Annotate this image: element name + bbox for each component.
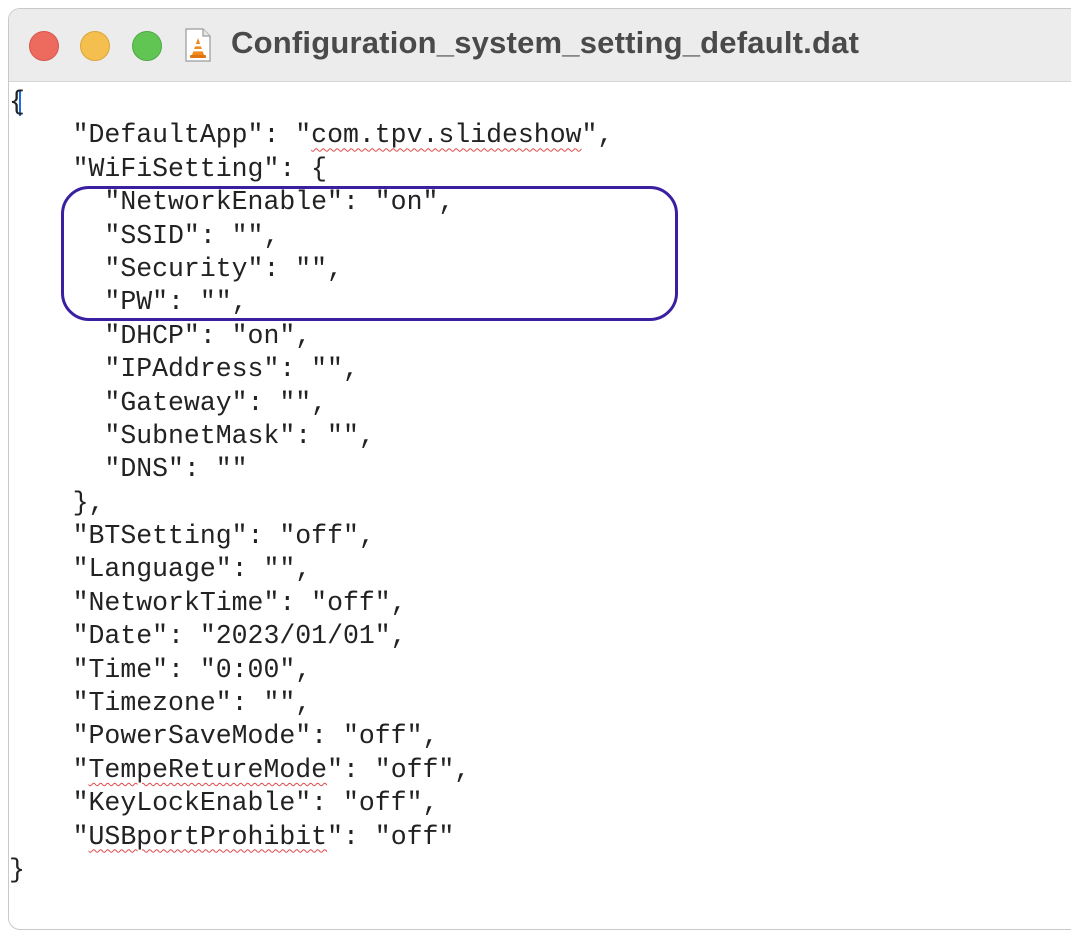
code-text: "Timezone": "", xyxy=(72,688,312,719)
code-line[interactable]: "DHCP": "on", xyxy=(9,320,613,353)
code-line[interactable]: "BTSetting": "off", xyxy=(9,520,613,553)
code-text: "DefaultApp": " xyxy=(72,120,312,151)
window-title: Configuration_system_setting_default.dat xyxy=(231,25,860,60)
misspelled-word: com.tpv.slideshow xyxy=(311,120,582,151)
code-line[interactable]: "Date": "2023/01/01", xyxy=(9,620,613,653)
code-line[interactable]: } xyxy=(9,854,613,887)
code-line[interactable]: { xyxy=(9,86,613,119)
code-line[interactable]: "Time": "0:00", xyxy=(9,654,613,687)
code-line[interactable]: "WiFiSetting": { xyxy=(9,153,613,186)
misspelled-word: USBportProhibit xyxy=(88,821,328,852)
code-text: "SubnetMask": "", xyxy=(104,420,375,451)
code-text: "Language": "", xyxy=(72,554,312,585)
minimize-button[interactable] xyxy=(80,31,110,61)
code-line[interactable]: }, xyxy=(9,487,613,520)
code-text: "WiFiSetting": { xyxy=(72,153,328,184)
editor-text-area[interactable]: { "DefaultApp": "com.tpv.slideshow", "Wi… xyxy=(9,82,1071,929)
code-line[interactable]: "Gateway": "", xyxy=(9,387,613,420)
code-line[interactable]: "NetworkTime": "off", xyxy=(9,587,613,620)
text-editor-window: Configuration_system_setting_default.dat… xyxy=(8,8,1071,930)
code-line[interactable]: "SubnetMask": "", xyxy=(9,420,613,453)
code-text: "PowerSaveMode": "off", xyxy=(72,721,439,752)
code-text: " xyxy=(72,821,89,852)
code-text: ", xyxy=(581,120,614,151)
code-text: }, xyxy=(72,487,105,518)
vlc-cone-document-icon[interactable] xyxy=(185,28,211,62)
code-text: "DHCP": "on", xyxy=(104,320,312,351)
code-text: ": "off" xyxy=(327,821,455,852)
code-text: " xyxy=(72,754,89,785)
title-bar[interactable]: Configuration_system_setting_default.dat xyxy=(9,9,1071,82)
code-line[interactable]: "PowerSaveMode": "off", xyxy=(9,720,613,753)
code-text: "Gateway": "", xyxy=(104,387,328,418)
code-line[interactable]: "TempeRetureMode": "off", xyxy=(9,754,613,787)
code-text: "NetworkTime": "off", xyxy=(72,587,407,618)
code-line[interactable]: "USBportProhibit": "off" xyxy=(9,821,613,854)
code-text: "KeyLockEnable": "off", xyxy=(72,788,439,819)
code-text: "BTSetting": "off", xyxy=(72,521,375,552)
close-button[interactable] xyxy=(29,31,59,61)
code-text: } xyxy=(9,854,25,885)
code-line[interactable]: "DNS": "" xyxy=(9,453,613,486)
code-line[interactable]: "IPAddress": "", xyxy=(9,353,613,386)
code-text: "DNS": "" xyxy=(104,454,248,485)
code-text: "IPAddress": "", xyxy=(104,354,359,385)
misspelled-word: TempeRetureMode xyxy=(88,754,328,785)
code-line[interactable]: "DefaultApp": "com.tpv.slideshow", xyxy=(9,119,614,152)
code-text: { xyxy=(9,87,25,117)
code-line[interactable]: "Timezone": "", xyxy=(9,687,613,720)
code-text: ": "off", xyxy=(327,754,471,785)
code-text: "Time": "0:00", xyxy=(72,654,312,685)
code-line[interactable]: "Language": "", xyxy=(9,553,613,586)
code-line[interactable]: "KeyLockEnable": "off", xyxy=(9,787,613,820)
wifi-fields-highlight-outline xyxy=(61,186,678,321)
zoom-button[interactable] xyxy=(132,31,162,61)
code-text: "Date": "2023/01/01", xyxy=(72,621,407,652)
